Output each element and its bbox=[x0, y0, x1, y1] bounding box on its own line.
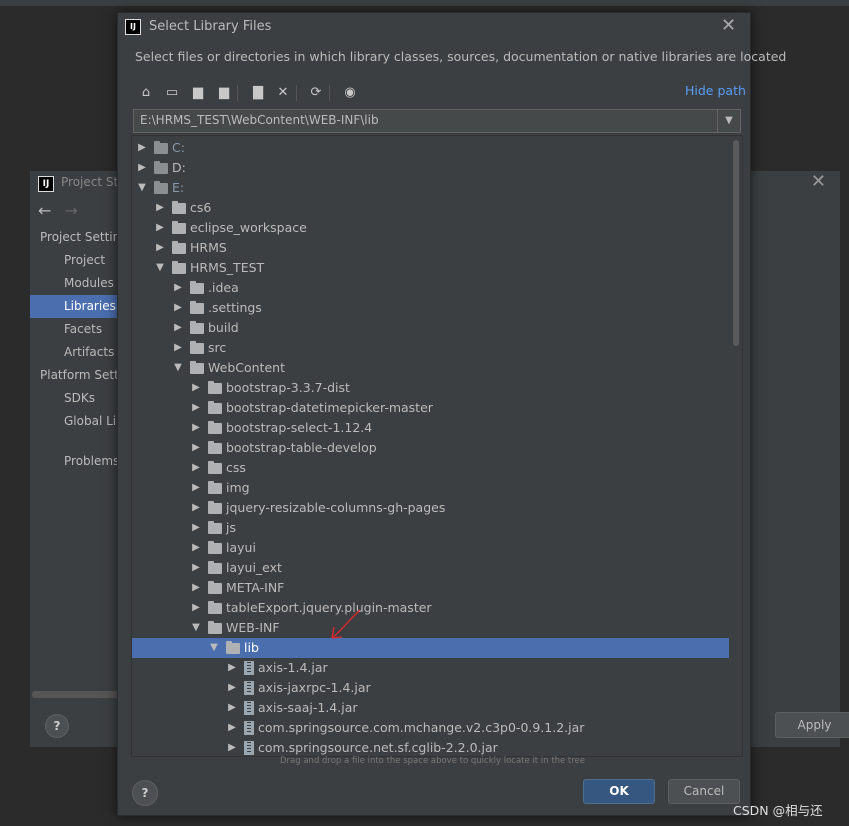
cancel-button[interactable]: Cancel bbox=[668, 779, 740, 804]
dialog-title: Select Library Files bbox=[149, 19, 272, 34]
hide-path-link[interactable]: Hide path bbox=[685, 83, 746, 98]
chevron-down-icon[interactable]: ▼ bbox=[717, 110, 740, 132]
sidebar-item[interactable]: Platform Setti bbox=[30, 364, 130, 387]
toolbar-separator bbox=[237, 85, 238, 101]
toolbar-separator bbox=[329, 85, 330, 101]
help-button[interactable]: ? bbox=[132, 780, 158, 806]
refresh-icon[interactable]: ⟳ bbox=[306, 83, 326, 103]
delete-icon[interactable]: ✕ bbox=[273, 83, 293, 103]
apply-button[interactable]: Apply bbox=[775, 712, 849, 738]
back-arrow-icon[interactable]: ← bbox=[38, 201, 51, 220]
new-folder-icon[interactable]: ▇ bbox=[248, 83, 268, 103]
project-folder-icon[interactable]: ▆ bbox=[188, 83, 208, 103]
background-window-edge bbox=[0, 0, 849, 6]
settings-sidebar: Project Settin Project Modules Libraries Fac… bbox=[30, 226, 154, 696]
sidebar-item[interactable]: Project Settin bbox=[30, 226, 130, 249]
desktop-icon[interactable]: ▭ bbox=[162, 83, 182, 103]
path-combobox[interactable]: E:\HRMS_TEST\WebContent\WEB-INF\lib ▼ bbox=[133, 109, 741, 133]
close-icon[interactable]: ✕ bbox=[721, 15, 736, 36]
module-folder-icon[interactable]: ▆ bbox=[214, 83, 234, 103]
help-button[interactable]: ? bbox=[45, 714, 69, 738]
forward-arrow-icon[interactable]: → bbox=[65, 201, 78, 220]
home-icon[interactable]: ⌂ bbox=[136, 83, 156, 103]
navigation-arrows: ← → bbox=[38, 201, 78, 220]
dialog-description: Select files or directories in which lib… bbox=[135, 49, 787, 64]
annotation-arrow bbox=[331, 609, 361, 639]
ok-button[interactable]: OK bbox=[583, 779, 655, 804]
close-icon[interactable]: ✕ bbox=[811, 171, 826, 192]
intellij-logo-icon: IJ bbox=[125, 19, 141, 35]
sidebar-scrollbar[interactable] bbox=[32, 691, 120, 698]
show-hidden-icon[interactable]: ◉ bbox=[340, 83, 360, 103]
drag-drop-hint: Drag and drop a file into the space abov… bbox=[280, 756, 586, 766]
select-library-files-dialog: IJ Select Library Files ✕ Select files o… bbox=[117, 12, 786, 816]
toolbar-separator bbox=[296, 85, 297, 101]
path-input[interactable]: E:\HRMS_TEST\WebContent\WEB-INF\lib bbox=[140, 113, 379, 127]
watermark: CSDN @相与还 bbox=[733, 803, 823, 818]
project-structure-title: Project Str bbox=[61, 175, 124, 189]
file-tree[interactable]: ▶ C: ▶ D: ▼ E: ▶ cs6 ▶ eclipse_workspace ▶ HRMS ▼ HRM… bbox=[131, 135, 743, 757]
intellij-logo-icon: IJ bbox=[38, 176, 54, 192]
